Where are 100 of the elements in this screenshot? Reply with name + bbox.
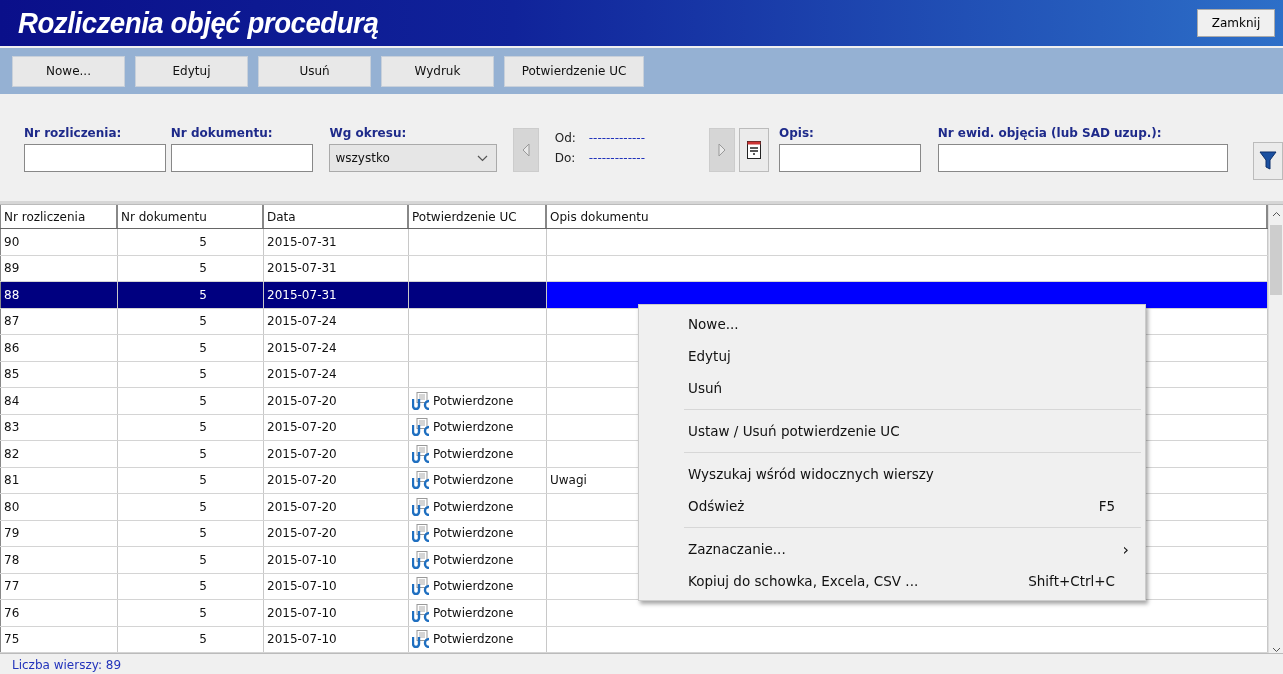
scrollbar[interactable] xyxy=(1268,205,1283,653)
toolbar-button[interactable]: Edytuj xyxy=(135,55,248,87)
table-cell: 83 xyxy=(4,420,20,435)
to-date: ------------- xyxy=(588,151,645,165)
table-cell: 2015-07-20 xyxy=(267,420,337,435)
table-cell: 87 xyxy=(4,314,20,329)
table-row[interactable]: 90 5 2015-07-31 xyxy=(0,229,1268,256)
toolbar-button[interactable]: Usuń xyxy=(258,55,371,87)
scrollbar-thumb[interactable] xyxy=(1270,225,1282,295)
table-cell: 5 xyxy=(199,632,207,647)
field-label: Opis: xyxy=(779,126,815,140)
table-cell: 84 xyxy=(4,393,20,408)
table-cell: 2015-07-20 xyxy=(267,473,337,488)
document-uc-icon xyxy=(412,497,432,516)
table-cell: 75 xyxy=(4,632,20,647)
table-cell: 88 xyxy=(4,287,20,302)
table-cell: Potwierdzone xyxy=(433,605,514,620)
table-cell: 2015-07-31 xyxy=(267,261,337,276)
table-cell: Potwierdzone xyxy=(433,420,514,435)
toolbar-button[interactable]: Potwierdzenie UC xyxy=(504,55,644,87)
table-cell: 5 xyxy=(199,287,207,302)
table-cell: 5 xyxy=(199,499,207,514)
table-cell: Potwierdzone xyxy=(433,393,514,408)
table-cell: 2015-07-24 xyxy=(267,367,337,382)
table-cell: 2015-07-20 xyxy=(267,446,337,461)
filter-button[interactable] xyxy=(1253,142,1283,180)
field-label: Nr dokumentu: xyxy=(170,126,274,140)
column-header[interactable]: Potwierdzenie UC xyxy=(409,205,547,228)
calendar-icon xyxy=(747,141,762,159)
field-label: Nr ewid. objęcia (lub SAD uzup.): xyxy=(937,126,1163,140)
document-number-field[interactable] xyxy=(170,144,313,172)
table-cell: Potwierdzone xyxy=(433,446,514,461)
field-label: Nr rozliczenia: xyxy=(24,126,123,140)
table-cell: Potwierdzone xyxy=(433,552,514,567)
table-cell: 90 xyxy=(4,234,20,249)
table-cell: Potwierdzone xyxy=(433,632,514,647)
table-cell: 5 xyxy=(199,473,207,488)
table-cell: 5 xyxy=(199,526,207,541)
table-cell: 2015-07-10 xyxy=(267,552,337,567)
column-header[interactable]: Nr rozliczenia xyxy=(0,205,118,228)
table-cell: 2015-07-24 xyxy=(267,314,337,329)
field-label: Wg okresu: xyxy=(329,126,408,140)
calendar-button[interactable] xyxy=(739,128,770,172)
chevron-down-icon xyxy=(477,154,489,162)
table-cell: Potwierdzone xyxy=(433,499,514,514)
table-cell: 2015-07-31 xyxy=(267,287,337,302)
table-cell: Uwagi xyxy=(550,473,587,488)
from-date: ------------- xyxy=(588,131,645,145)
table-cell: 80 xyxy=(4,499,20,514)
row-count: Liczba wierszy: 89 xyxy=(12,658,122,672)
table-cell: 81 xyxy=(4,473,20,488)
toolbar-button[interactable]: Wydruk xyxy=(381,55,494,87)
table-row[interactable]: 88 5 2015-07-31 xyxy=(0,282,1268,309)
table-cell: 89 xyxy=(4,261,20,276)
table-cell: 78 xyxy=(4,552,20,567)
table-cell: 5 xyxy=(199,552,207,567)
close-button[interactable]: Zamknij xyxy=(1197,9,1275,37)
table-cell: 5 xyxy=(199,261,207,276)
shortcut-label: Shift+Ctrl+C xyxy=(1028,573,1115,589)
table-cell: 2015-07-10 xyxy=(267,632,337,647)
left-triangle-icon xyxy=(521,143,530,157)
table-cell: 2015-07-20 xyxy=(267,393,337,408)
column-header[interactable]: Nr dokumentu xyxy=(118,205,264,228)
document-uc-icon xyxy=(412,391,432,410)
from-label: Od: xyxy=(554,131,577,145)
period-dropdown[interactable]: wszystko xyxy=(329,144,498,172)
table-cell: 2015-07-20 xyxy=(267,499,337,514)
table-cell: 2015-07-20 xyxy=(267,526,337,541)
table-cell: 76 xyxy=(4,605,20,620)
shortcut-label: F5 xyxy=(1098,498,1115,514)
table-cell: Potwierdzone xyxy=(433,579,514,594)
to-label: Do: xyxy=(554,151,577,165)
description-field[interactable] xyxy=(779,144,922,172)
table-cell: 2015-07-10 xyxy=(267,605,337,620)
scroll-up-icon xyxy=(1271,211,1281,217)
table-cell: Potwierdzone xyxy=(433,526,514,541)
table-cell: 86 xyxy=(4,340,20,355)
table-cell: 5 xyxy=(199,393,207,408)
table-cell: 82 xyxy=(4,446,20,461)
table-cell: 5 xyxy=(199,579,207,594)
column-header[interactable]: Data xyxy=(264,205,409,228)
table-cell: 5 xyxy=(199,340,207,355)
scroll-down-icon xyxy=(1271,647,1281,653)
table-cell: 5 xyxy=(199,605,207,620)
settlement-number-field[interactable] xyxy=(24,144,166,172)
table-cell: 77 xyxy=(4,579,20,594)
document-uc-icon xyxy=(412,630,432,649)
document-uc-icon xyxy=(412,550,432,569)
table-cell: 79 xyxy=(4,526,20,541)
entry-number-field[interactable] xyxy=(937,144,1228,172)
toolbar-button[interactable]: Nowe... xyxy=(12,55,125,87)
funnel-icon xyxy=(1259,151,1278,171)
document-uc-icon xyxy=(412,524,432,543)
document-uc-icon xyxy=(412,577,432,596)
table-row[interactable]: 75 5 2015-07-10 Potwierdzone xyxy=(0,626,1268,653)
window-title: Rozliczenia objęć procedurą xyxy=(18,6,379,40)
document-uc-icon xyxy=(412,603,432,622)
table-cell: 5 xyxy=(199,314,207,329)
right-triangle-icon xyxy=(718,143,727,157)
table-cell: 5 xyxy=(199,367,207,382)
